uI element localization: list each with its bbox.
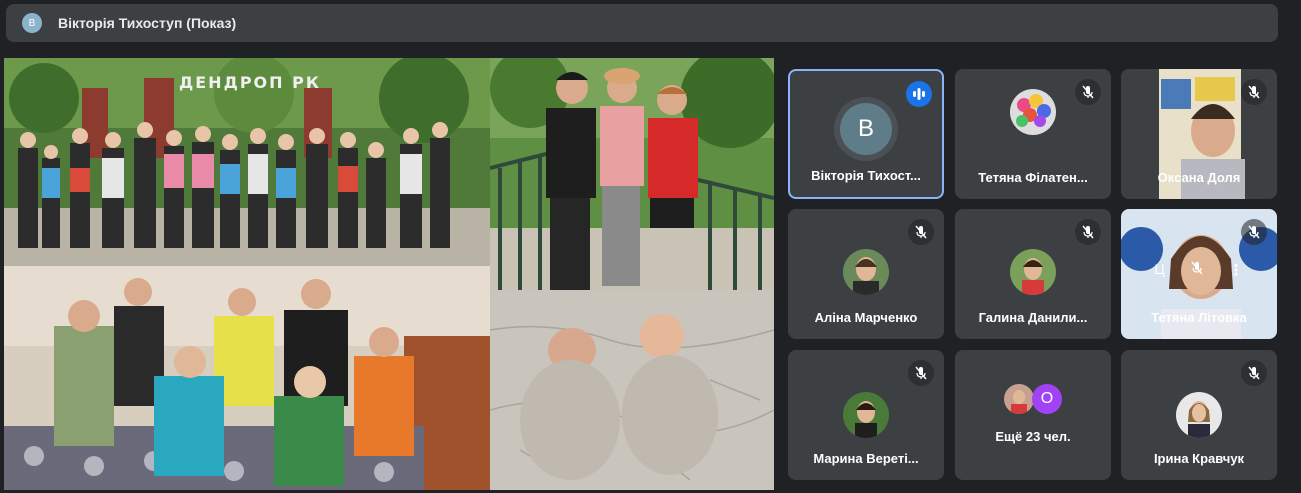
park-sign-text: ДЕНДРОП РК [179,73,321,92]
participant-name: Вікторія Тихост... [811,168,921,183]
participant-name: Тетяна Філатен... [978,170,1088,185]
participant-tile-1[interactable]: B Вікторія Тихост... [788,69,944,199]
shared-screen[interactable]: ДЕНДРОП РК [4,58,774,490]
participant-name: Ірина Кравчук [1153,451,1245,466]
speaking-indicator-icon [906,81,932,107]
participant-avatar: B [840,103,892,155]
more-options-button[interactable]: ⋮ [1229,261,1244,280]
photo-sand [490,290,774,490]
participant-name: Аліна Марченко [814,310,918,325]
participant-tile-5[interactable]: Галина Данили... [955,209,1111,339]
participant-avatar [843,249,889,295]
participant-name: Оксана Доля [1157,170,1241,185]
presenter-avatar: B [22,13,42,33]
participant-avatar: O [1032,384,1062,414]
participant-avatar [1176,392,1222,438]
pin-button[interactable]: Ц [1154,261,1164,280]
participant-tile-4[interactable]: Аліна Марченко [788,209,944,339]
participant-tile-6[interactable]: Ц ⋮ Тетяна Літовка [1121,209,1277,339]
photo-group-park: ДЕНДРОП РК [4,58,490,266]
others-tile[interactable]: O Ещё 23 чел. [955,350,1111,480]
participant-tile-9[interactable]: Ірина Кравчук [1121,350,1277,480]
participant-avatar [1004,384,1034,414]
participant-avatar [843,392,889,438]
participant-tile-7[interactable]: Марина Вереті... [788,350,944,480]
participant-avatar [1010,249,1056,295]
others-count: Ещё 23 чел. [995,429,1071,444]
mic-off-icon [1191,261,1203,280]
mic-off-icon [1241,360,1267,386]
mic-off-icon [1241,219,1267,245]
mic-off-icon [908,360,934,386]
participant-tile-3[interactable]: Оксана Доля [1121,69,1277,199]
participant-tile-2[interactable]: Тетяна Філатен... [955,69,1111,199]
participant-name: Тетяна Літовка [1151,310,1247,325]
mic-off-icon [1241,79,1267,105]
tile-hover-controls: Ц ⋮ [1121,261,1277,280]
mic-off-icon [1075,79,1101,105]
participant-name: Марина Вереті... [813,451,919,466]
mic-off-icon [1075,219,1101,245]
presenter-title: Вікторія Тихоступ (Показ) [58,15,237,31]
participant-avatar [1010,89,1056,135]
photo-women-bridge [490,58,774,290]
mic-off-icon [908,219,934,245]
photo-kids-room [4,266,490,490]
presenter-bar: B Вікторія Тихоступ (Показ) [6,4,1278,42]
others-avatars: O [1004,384,1062,414]
participant-name: Галина Данили... [978,310,1088,325]
